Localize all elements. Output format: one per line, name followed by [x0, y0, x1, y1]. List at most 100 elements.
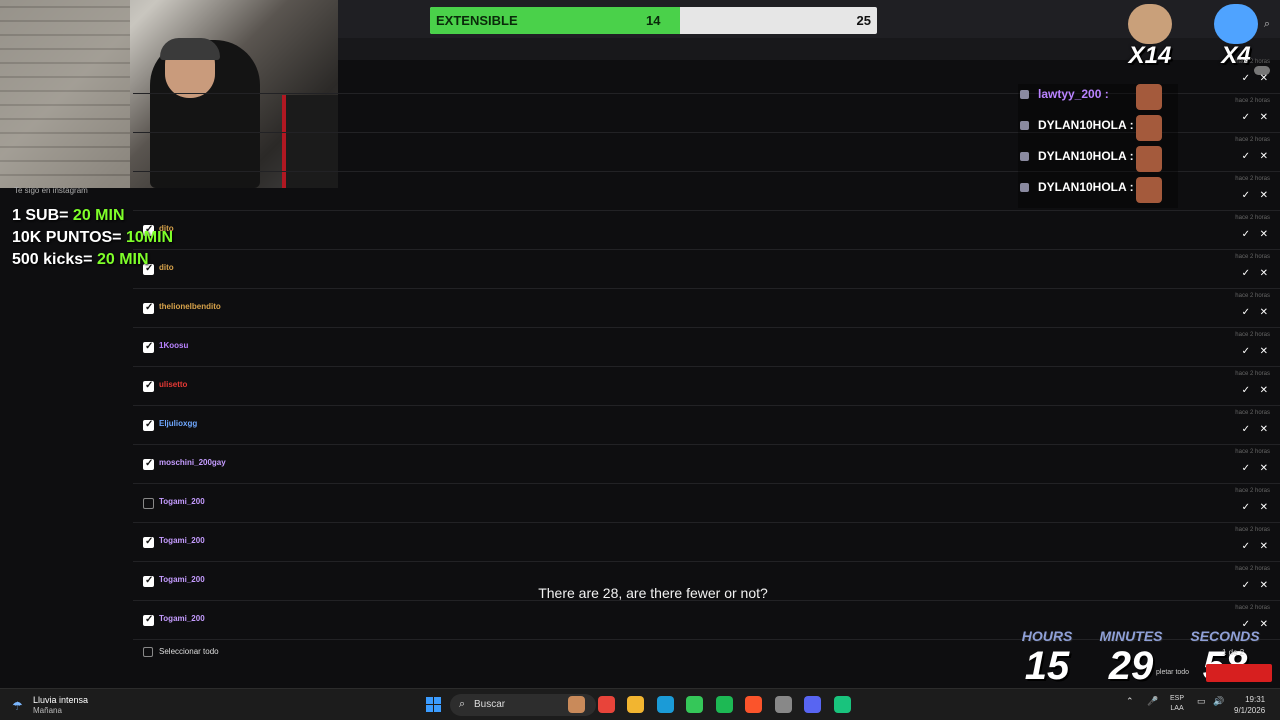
promo-text: 500 kicks=: [12, 251, 97, 268]
select-all-checkbox[interactable]: [143, 647, 153, 657]
chat-username: DYLAN10HOLA :: [1038, 118, 1134, 132]
reject-icon[interactable]: ✕: [1260, 268, 1268, 279]
row-checkbox[interactable]: [143, 614, 154, 626]
request-row: Togami_200 hace 2 horas ✓ ✕: [133, 523, 1280, 562]
reject-icon[interactable]: ✕: [1260, 307, 1268, 318]
weather-subtitle: Mañana: [33, 706, 62, 715]
taskbar-app-icon[interactable]: [715, 696, 733, 713]
request-row: ditohace 2 horas✓✕: [133, 211, 1280, 250]
row-username: thelionelbendito: [159, 302, 221, 311]
row-checkbox[interactable]: [143, 458, 154, 470]
row-checkbox[interactable]: [143, 498, 154, 509]
network-icon[interactable]: ▭: [1197, 696, 1206, 707]
chat-badge-icon: [1020, 90, 1029, 99]
row-timestamp: hace 2 horas: [1235, 449, 1270, 455]
row-timestamp: hace 2 horas: [1235, 137, 1270, 143]
row-checkbox[interactable]: [143, 536, 154, 548]
approve-icon[interactable]: ✓: [1242, 151, 1250, 162]
request-row: 1Koosu hace 2 horas ✓ ✕: [133, 328, 1280, 367]
delete-all-button[interactable]: [1206, 664, 1272, 682]
reject-icon[interactable]: ✕: [1260, 541, 1268, 552]
complete-all-button[interactable]: pletar todo: [1156, 669, 1189, 676]
taskbar-app-icon[interactable]: [686, 696, 703, 713]
request-row: ulisetto hace 2 horas ✓ ✕: [133, 367, 1280, 406]
chat-overlay: lawtyy_200 : DYLAN10HOLA : DYLAN10HOLA : DY…: [1018, 84, 1178, 208]
reject-icon[interactable]: ✕: [1260, 229, 1268, 240]
approve-icon[interactable]: ✓: [1242, 229, 1250, 240]
chat-username: DYLAN10HOLA :: [1038, 149, 1134, 163]
taskbar-app-icon[interactable]: [656, 696, 674, 713]
row-checkbox[interactable]: [143, 419, 154, 431]
approve-icon[interactable]: ✓: [1242, 346, 1250, 357]
approve-icon[interactable]: ✓: [1242, 424, 1250, 435]
row-username: ulisetto: [159, 380, 188, 389]
approve-icon[interactable]: ✓: [1242, 502, 1250, 513]
reject-icon[interactable]: ✕: [1260, 190, 1268, 201]
promo-line-1: 1 SUB= 20 MIN: [12, 205, 212, 227]
windows-start-icon[interactable]: [426, 697, 442, 713]
reject-icon[interactable]: ✕: [1260, 385, 1268, 396]
row-timestamp: hace 2 horas: [1235, 371, 1270, 377]
row-timestamp: hace 2 horas: [1235, 98, 1270, 104]
countdown-minutes: MINUTES 29: [1089, 628, 1173, 688]
tray-mic-icon[interactable]: 🎤: [1147, 696, 1158, 707]
row-checkbox[interactable]: [143, 341, 154, 353]
reject-icon[interactable]: ✕: [1260, 112, 1268, 123]
approve-icon[interactable]: ✓: [1242, 307, 1250, 318]
reject-icon[interactable]: ✕: [1260, 502, 1268, 513]
language-indicator[interactable]: ESP LAA: [1170, 694, 1184, 714]
approve-icon[interactable]: ✓: [1242, 190, 1250, 201]
reject-icon[interactable]: ✕: [1260, 424, 1268, 435]
hours-label: HOURS: [1021, 628, 1073, 644]
clock[interactable]: 19:31 9/1/2026: [1234, 694, 1265, 716]
approve-icon[interactable]: ✓: [1242, 541, 1250, 552]
clock-date: 9/1/2026: [1234, 706, 1266, 715]
chat-message: DYLAN10HOLA :: [1018, 115, 1178, 146]
row-timestamp: hace 2 horas: [1235, 254, 1270, 260]
tray-chevron-icon[interactable]: ⌃: [1126, 696, 1134, 707]
taskbar-app-icon[interactable]: [597, 696, 615, 713]
row-timestamp: hace 2 horas: [1235, 293, 1270, 299]
taskbar-app-icon[interactable]: [568, 696, 585, 713]
reject-icon[interactable]: ✕: [1260, 73, 1268, 84]
approve-icon[interactable]: ✓: [1242, 385, 1250, 396]
clock-time: 19:31: [1245, 695, 1266, 704]
row-checkbox[interactable]: [143, 302, 154, 314]
pager[interactable]: 1 de 2: [1222, 648, 1244, 657]
emote-icon: [1214, 4, 1258, 44]
promo-line-3: 500 kicks= 20 MIN: [12, 249, 212, 271]
hours-value: 15: [1024, 644, 1070, 688]
language-bottom: LAA: [1170, 705, 1184, 712]
row-username: Togami_200: [159, 614, 205, 623]
row-checkbox[interactable]: [143, 380, 154, 392]
volume-icon[interactable]: 🔊: [1213, 696, 1224, 707]
chat-badge-icon: [1020, 183, 1029, 192]
row-username: moschini_200gay: [159, 458, 226, 467]
taskbar-app-icon[interactable]: [804, 696, 821, 713]
approve-icon[interactable]: ✓: [1242, 463, 1250, 474]
subtitle: There are 28, are there fewer or not?: [538, 585, 768, 601]
approve-icon[interactable]: ✓: [1242, 73, 1250, 84]
row-timestamp: hace 2 horas: [1235, 566, 1270, 572]
row-timestamp: hace 2 horas: [1235, 215, 1270, 221]
select-all-row[interactable]: Seleccionar todo: [143, 647, 219, 657]
search-icon: ⌕: [459, 698, 466, 710]
reject-icon[interactable]: ✕: [1260, 463, 1268, 474]
reject-icon[interactable]: ✕: [1260, 346, 1268, 357]
promo-text: 10K PUNTOS=: [12, 229, 126, 246]
taskbar-app-icon[interactable]: [745, 696, 762, 713]
row-timestamp: hace 2 horas: [1235, 176, 1270, 182]
minutes-label: MINUTES: [1099, 628, 1163, 644]
promo-highlight: 20 MIN: [96, 251, 149, 268]
goal-target: 25: [856, 13, 871, 28]
row-timestamp: hace 2 horas: [1235, 332, 1270, 338]
taskbar-app-icon[interactable]: [627, 696, 644, 713]
goal-bar: EXTENSIBLE 14 25: [430, 7, 877, 34]
taskbar-app-icon[interactable]: [774, 696, 792, 713]
taskbar-app-icon[interactable]: [833, 696, 851, 713]
promo-highlight: 10MIN: [125, 229, 174, 246]
approve-icon[interactable]: ✓: [1242, 268, 1250, 279]
row-username: Togami_200: [159, 536, 205, 545]
approve-icon[interactable]: ✓: [1242, 112, 1250, 123]
reject-icon[interactable]: ✕: [1260, 151, 1268, 162]
